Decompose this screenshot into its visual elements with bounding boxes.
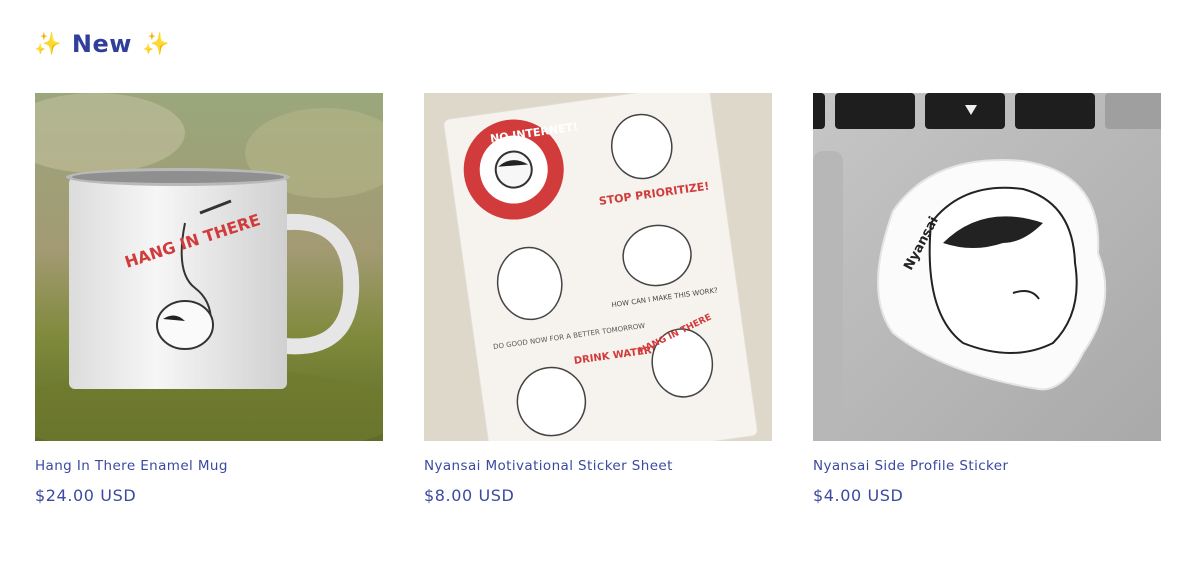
product-grid: HANG IN THERE Hang In There Enamel Mug $…	[35, 93, 1161, 505]
product-price: $24.00 USD	[35, 486, 137, 505]
product-card-side-profile[interactable]: Nyansai Nyansai Side Profile Sticker $4.…	[813, 93, 1161, 505]
section-title: New	[71, 30, 132, 58]
product-price: $4.00 USD	[813, 486, 904, 505]
sticker-sheet-image[interactable]: NO INTERNET! STOP PRIORITIZE! HOW CAN I …	[424, 93, 772, 441]
sparkle-icon-right: ✨	[141, 31, 170, 57]
product-title[interactable]: Nyansai Motivational Sticker Sheet	[424, 458, 772, 474]
product-title[interactable]: Hang In There Enamel Mug	[35, 458, 383, 474]
product-card-mug[interactable]: HANG IN THERE Hang In There Enamel Mug $…	[35, 93, 383, 505]
product-price: $8.00 USD	[424, 486, 515, 505]
mug-image[interactable]: HANG IN THERE	[35, 93, 383, 441]
section-heading: ✨ New ✨	[34, 30, 170, 58]
sparkle-icon-left: ✨	[34, 31, 62, 57]
sticker-image[interactable]: Nyansai	[813, 93, 1161, 441]
product-title[interactable]: Nyansai Side Profile Sticker	[813, 458, 1161, 474]
product-card-sticker-sheet[interactable]: NO INTERNET! STOP PRIORITIZE! HOW CAN I …	[424, 93, 772, 505]
